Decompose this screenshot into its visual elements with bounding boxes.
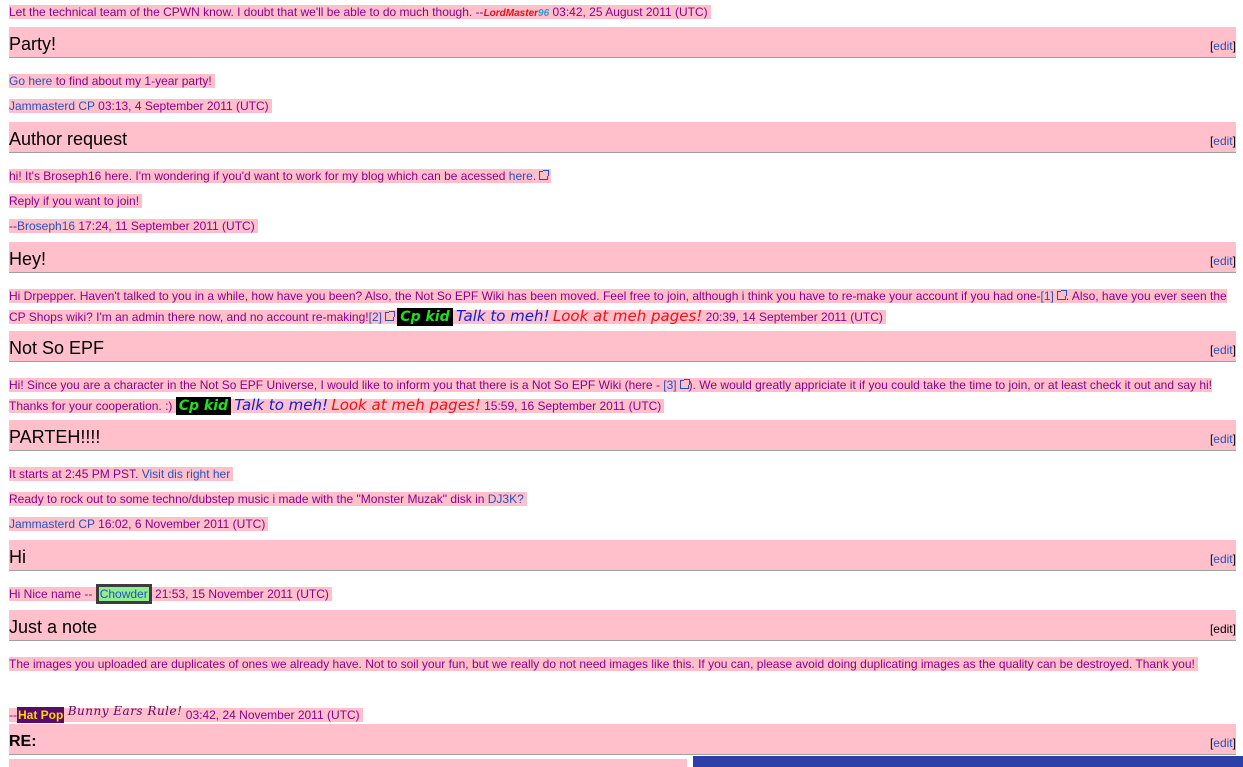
edit-link[interactable]: edit	[1213, 552, 1232, 566]
parteh-text-2: Ready to rock out to some techno/dubstep…	[9, 492, 488, 506]
pages-link[interactable]: Look at meh pages!	[553, 307, 702, 325]
edit-section: [edit]	[1209, 736, 1236, 750]
bunny-ears-link[interactable]: Bunny Ears Rule!	[68, 704, 183, 718]
user-link[interactable]: Jammasterd CP	[9, 99, 95, 113]
lordmaster-signature-number[interactable]: 96	[538, 8, 549, 19]
notsoepf-message: Hi! Since you are a character in the Not…	[9, 375, 1234, 416]
ref-link[interactable]: [1]	[1041, 289, 1054, 303]
section-title: Hey!	[9, 249, 47, 269]
user-link[interactable]: Broseph16	[17, 219, 75, 233]
timestamp: 20:39, 14 September 2011 (UTC)	[702, 310, 883, 324]
section-heading-author-request: Author request [edit]	[9, 122, 1236, 153]
top-message-body: Let the technical team of the CPWN know.…	[9, 5, 711, 19]
external-link-icon	[384, 311, 395, 321]
cut-off-message	[9, 759, 687, 767]
parteh-time: It starts at 2:45 PM PST. Visit dis righ…	[9, 464, 234, 484]
chowder-user-link[interactable]: Chowder	[95, 584, 152, 604]
hey-message: Hi Drpepper. Haven't talked to you in a …	[9, 286, 1234, 327]
external-link-icon	[539, 170, 550, 180]
blog-link[interactable]: here.	[509, 169, 536, 183]
edit-link[interactable]: edit	[1213, 622, 1232, 636]
talk-link[interactable]: Talk to meh!	[234, 396, 328, 414]
edit-link[interactable]: edit	[1213, 254, 1232, 268]
timestamp: 16:02, 6 November 2011 (UTC)	[94, 517, 266, 531]
author-message: hi! It's Broseph16 here. I'm wondering i…	[9, 166, 552, 186]
visit-link[interactable]: Visit dis right her	[142, 467, 230, 481]
parteh-text: It starts at 2:45 PM PST.	[9, 467, 142, 481]
lordmaster-signature-link[interactable]: LordMaster	[484, 8, 538, 19]
section-title: Hi	[9, 547, 26, 567]
dj3k-link[interactable]: DJ3K?	[488, 492, 524, 506]
section-title: Party!	[9, 34, 57, 54]
talk-link[interactable]: Talk to meh!	[456, 307, 550, 325]
timestamp: 03:42, 24 November 2011 (UTC)	[182, 708, 360, 722]
edit-link[interactable]: edit	[1213, 39, 1232, 53]
edit-link[interactable]: edit	[1213, 343, 1232, 357]
note-message: The images you uploaded are duplicates o…	[9, 654, 1237, 674]
timestamp: 15:59, 16 September 2011 (UTC)	[480, 399, 662, 413]
party-text: to find about my 1-year party!	[52, 74, 212, 88]
parteh-message: Ready to rock out to some techno/dubstep…	[9, 489, 527, 509]
edit-link[interactable]: edit	[1213, 134, 1232, 148]
note-text: The images you uploaded are duplicates o…	[9, 657, 1198, 671]
edit-section: [edit]	[1209, 622, 1236, 636]
top-message: Let the technical team of the CPWN know.…	[9, 2, 711, 24]
edit-link[interactable]: edit	[1213, 432, 1232, 446]
timestamp: 17:24, 11 September 2011 (UTC)	[75, 219, 255, 233]
parteh-signature: Jammasterd CP 16:02, 6 November 2011 (UT…	[9, 514, 269, 534]
cp-kid-signature[interactable]: Cp kid	[397, 308, 453, 326]
section-title: PARTEH!!!!	[9, 427, 101, 447]
section-title: Author request	[9, 129, 128, 149]
party-signature: Jammasterd CP 03:13, 4 September 2011 (U…	[9, 96, 272, 116]
party-link[interactable]: Go here	[9, 74, 52, 88]
user-link[interactable]: Jammasterd CP	[9, 517, 95, 531]
sig-prefix: --	[9, 219, 17, 233]
bottom-bar	[693, 756, 1243, 767]
author-reply: Reply if you want to join!	[9, 191, 143, 211]
external-link-icon	[679, 379, 690, 389]
hat-pop-user-link[interactable]: Hat Pop	[17, 707, 65, 723]
ref-link[interactable]: [3]	[663, 378, 676, 392]
timestamp: 21:53, 15 November 2011 (UTC)	[151, 587, 329, 601]
author-text: hi! It's Broseph16 here. I'm wondering i…	[9, 169, 509, 183]
hey-text: Hi Drpepper. Haven't talked to you in a …	[9, 289, 1041, 303]
edit-link[interactable]: edit	[1213, 736, 1232, 750]
notsoepf-text: Hi! Since you are a character in the Not…	[9, 378, 664, 392]
timestamp: 03:13, 4 September 2011 (UTC)	[94, 99, 269, 113]
section-heading-parteh: PARTEH!!!! [edit]	[9, 420, 1236, 451]
section-heading-hi: Hi [edit]	[9, 540, 1236, 571]
pages-link[interactable]: Look at meh pages!	[331, 396, 480, 414]
section-title: RE:	[9, 733, 37, 750]
external-link-icon	[1056, 290, 1067, 300]
section-heading-just-a-note: Just a note [edit]	[9, 610, 1236, 641]
edit-section: [edit]	[1209, 39, 1236, 53]
section-heading-re: RE: [edit]	[9, 724, 1236, 755]
author-signature: --Broseph16 17:24, 11 September 2011 (UT…	[9, 216, 258, 236]
cp-kid-signature[interactable]: Cp kid	[175, 397, 232, 415]
party-message: Go here to find about my 1-year party!	[9, 71, 215, 91]
edit-section: [edit]	[1209, 254, 1236, 268]
ref-link[interactable]: [2]	[369, 310, 382, 324]
edit-section: [edit]	[1209, 134, 1236, 148]
edit-section: [edit]	[1209, 552, 1236, 566]
hi-message: Hi Nice name -- Chowder 21:53, 15 Novemb…	[9, 584, 332, 604]
hi-text: Hi Nice name --	[9, 587, 96, 601]
timestamp: 03:42, 25 August 2011 (UTC)	[549, 5, 708, 19]
reply-text: Reply if you want to join!	[9, 194, 143, 208]
section-title: Not So EPF	[9, 338, 105, 358]
sig-prefix: --	[9, 708, 17, 722]
section-heading-hey: Hey! [edit]	[9, 242, 1236, 273]
edit-section: [edit]	[1209, 343, 1236, 357]
note-signature: --Hat Pop Bunny Ears Rule! 03:42, 24 Nov…	[9, 701, 363, 725]
top-message-text: Let the technical team of the CPWN know.…	[9, 5, 484, 19]
section-heading-party: Party! [edit]	[9, 27, 1236, 58]
section-title: Just a note	[9, 617, 98, 637]
section-heading-not-so-epf: Not So EPF [edit]	[9, 331, 1236, 362]
edit-section: [edit]	[1209, 432, 1236, 446]
